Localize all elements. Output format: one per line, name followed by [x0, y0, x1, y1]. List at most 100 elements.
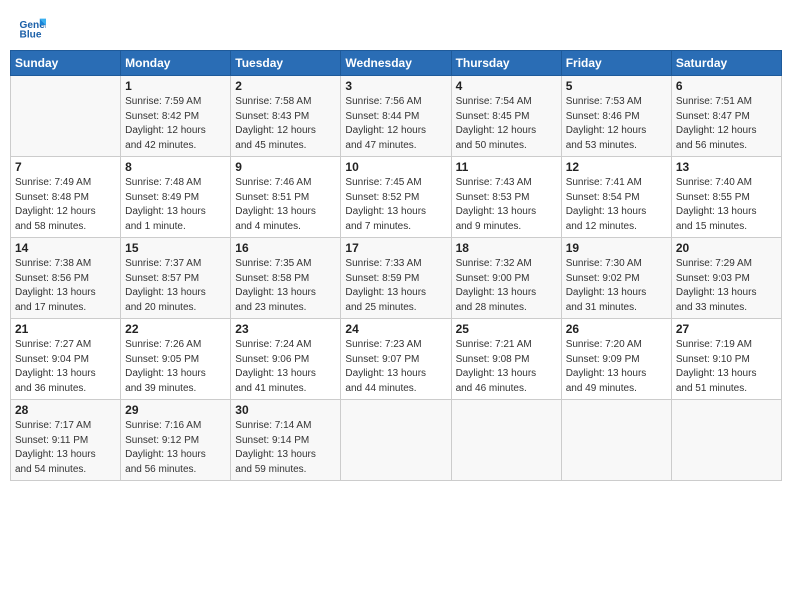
calendar-cell: 27 Sunrise: 7:19 AMSunset: 9:10 PMDayligh… — [671, 319, 781, 400]
calendar-cell: 5Sunrise: 7:53 AMSunset: 8:46 PMDaylight… — [561, 76, 671, 157]
day-number: 10 — [345, 160, 446, 174]
calendar-cell: 17 Sunrise: 7:33 AMSunset: 8:59 PMDayligh… — [341, 238, 451, 319]
logo-icon: General Blue — [18, 14, 46, 42]
calendar-week-5: 28Sunrise: 7:17 AMSunset: 9:11 PMDayligh… — [11, 400, 782, 481]
day-number: 24 — [345, 322, 446, 336]
day-number: 12 — [566, 160, 667, 174]
day-info: Sunrise: 7:20 AMSunset: 9:09 PMDaylight:… — [566, 338, 667, 396]
day-info: Sunrise: 7:43 AMSunset: 8:53 PMDaylight:… — [456, 176, 557, 234]
day-number: 6 — [676, 79, 777, 93]
weekday-header-thursday: Thursday — [451, 51, 561, 76]
day-info: Sunrise: 7:24 AMSunset: 9:06 PMDaylight:… — [235, 338, 336, 396]
day-number: 21 — [15, 322, 116, 336]
day-info: Sunrise: 7:29 AMSunset: 9:03 PMDaylight:… — [676, 257, 777, 315]
day-info: Sunrise: 7:32 AMSunset: 9:00 PMDaylight:… — [456, 257, 557, 315]
logo: General Blue — [18, 14, 50, 42]
day-number: 29 — [125, 403, 226, 417]
day-number: 13 — [676, 160, 777, 174]
calendar-cell: 23Sunrise: 7:24 AMSunset: 9:06 PMDayligh… — [231, 319, 341, 400]
calendar-cell: 1 Sunrise: 7:59 AMSunset: 8:42 PMDaylight… — [121, 76, 231, 157]
day-number: 25 — [456, 322, 557, 336]
day-number: 11 — [456, 160, 557, 174]
day-number: 2 — [235, 79, 336, 93]
calendar-cell: 12 Sunrise: 7:41 AMSunset: 8:54 PMDayligh… — [561, 157, 671, 238]
calendar-cell: 29 Sunrise: 7:16 AMSunset: 9:12 PMDayligh… — [121, 400, 231, 481]
day-number: 18 — [456, 241, 557, 255]
day-number: 16 — [235, 241, 336, 255]
day-number: 26 — [566, 322, 667, 336]
day-info: Sunrise: 7:33 AMSunset: 8:59 PMDaylight:… — [345, 257, 446, 315]
calendar-cell: 18 Sunrise: 7:32 AMSunset: 9:00 PMDayligh… — [451, 238, 561, 319]
calendar-week-3: 14 Sunrise: 7:38 AMSunset: 8:56 PMDayligh… — [11, 238, 782, 319]
day-info: Sunrise: 7:17 AMSunset: 9:11 PMDaylight:… — [15, 419, 116, 477]
day-info: Sunrise: 7:23 AMSunset: 9:07 PMDaylight:… — [345, 338, 446, 396]
day-number: 20 — [676, 241, 777, 255]
calendar-cell: 22 Sunrise: 7:26 AMSunset: 9:05 PMDayligh… — [121, 319, 231, 400]
calendar-cell: 14 Sunrise: 7:38 AMSunset: 8:56 PMDayligh… — [11, 238, 121, 319]
day-info: Sunrise: 7:46 AMSunset: 8:51 PMDaylight:… — [235, 176, 336, 234]
day-info: Sunrise: 7:58 AMSunset: 8:43 PMDaylight:… — [235, 95, 336, 153]
calendar-cell — [561, 400, 671, 481]
day-number: 7 — [15, 160, 116, 174]
calendar-cell: 28Sunrise: 7:17 AMSunset: 9:11 PMDayligh… — [11, 400, 121, 481]
day-number: 8 — [125, 160, 226, 174]
day-number: 27 — [676, 322, 777, 336]
calendar-cell: 20 Sunrise: 7:29 AMSunset: 9:03 PMDayligh… — [671, 238, 781, 319]
calendar-cell: 21 Sunrise: 7:27 AMSunset: 9:04 PMDayligh… — [11, 319, 121, 400]
calendar-body: 1 Sunrise: 7:59 AMSunset: 8:42 PMDaylight… — [11, 76, 782, 481]
day-number: 19 — [566, 241, 667, 255]
day-number: 9 — [235, 160, 336, 174]
calendar-table: SundayMondayTuesdayWednesdayThursdayFrid… — [10, 50, 782, 481]
day-info: Sunrise: 7:35 AMSunset: 8:58 PMDaylight:… — [235, 257, 336, 315]
day-info: Sunrise: 7:40 AMSunset: 8:55 PMDaylight:… — [676, 176, 777, 234]
calendar-cell: 6 Sunrise: 7:51 AMSunset: 8:47 PMDaylight… — [671, 76, 781, 157]
weekday-header-tuesday: Tuesday — [231, 51, 341, 76]
calendar-cell: 9 Sunrise: 7:46 AMSunset: 8:51 PMDaylight… — [231, 157, 341, 238]
svg-text:Blue: Blue — [20, 29, 42, 40]
weekday-header-wednesday: Wednesday — [341, 51, 451, 76]
day-info: Sunrise: 7:53 AMSunset: 8:46 PMDaylight:… — [566, 95, 667, 153]
day-info: Sunrise: 7:27 AMSunset: 9:04 PMDaylight:… — [15, 338, 116, 396]
calendar-cell — [451, 400, 561, 481]
day-number: 3 — [345, 79, 446, 93]
calendar-cell: 8 Sunrise: 7:48 AMSunset: 8:49 PMDaylight… — [121, 157, 231, 238]
day-info: Sunrise: 7:41 AMSunset: 8:54 PMDaylight:… — [566, 176, 667, 234]
day-info: Sunrise: 7:14 AMSunset: 9:14 PMDaylight:… — [235, 419, 336, 477]
calendar-cell: 25Sunrise: 7:21 AMSunset: 9:08 PMDayligh… — [451, 319, 561, 400]
page-header: General Blue — [10, 10, 782, 46]
day-info: Sunrise: 7:38 AMSunset: 8:56 PMDaylight:… — [15, 257, 116, 315]
calendar-cell — [11, 76, 121, 157]
calendar-cell: 2 Sunrise: 7:58 AMSunset: 8:43 PMDaylight… — [231, 76, 341, 157]
day-number: 30 — [235, 403, 336, 417]
calendar-cell: 24 Sunrise: 7:23 AMSunset: 9:07 PMDayligh… — [341, 319, 451, 400]
calendar-cell — [671, 400, 781, 481]
calendar-cell: 7 Sunrise: 7:49 AMSunset: 8:48 PMDaylight… — [11, 157, 121, 238]
calendar-week-2: 7 Sunrise: 7:49 AMSunset: 8:48 PMDaylight… — [11, 157, 782, 238]
calendar-header: SundayMondayTuesdayWednesdayThursdayFrid… — [11, 51, 782, 76]
calendar-cell: 10Sunrise: 7:45 AMSunset: 8:52 PMDayligh… — [341, 157, 451, 238]
calendar-cell — [341, 400, 451, 481]
day-number: 15 — [125, 241, 226, 255]
calendar-cell: 4Sunrise: 7:54 AMSunset: 8:45 PMDaylight… — [451, 76, 561, 157]
calendar-cell: 3Sunrise: 7:56 AMSunset: 8:44 PMDaylight… — [341, 76, 451, 157]
weekday-header-sunday: Sunday — [11, 51, 121, 76]
day-info: Sunrise: 7:26 AMSunset: 9:05 PMDaylight:… — [125, 338, 226, 396]
day-info: Sunrise: 7:59 AMSunset: 8:42 PMDaylight:… — [125, 95, 226, 153]
day-number: 22 — [125, 322, 226, 336]
day-info: Sunrise: 7:48 AMSunset: 8:49 PMDaylight:… — [125, 176, 226, 234]
calendar-week-1: 1 Sunrise: 7:59 AMSunset: 8:42 PMDaylight… — [11, 76, 782, 157]
day-info: Sunrise: 7:16 AMSunset: 9:12 PMDaylight:… — [125, 419, 226, 477]
day-info: Sunrise: 7:19 AMSunset: 9:10 PMDaylight:… — [676, 338, 777, 396]
day-info: Sunrise: 7:30 AMSunset: 9:02 PMDaylight:… — [566, 257, 667, 315]
day-info: Sunrise: 7:51 AMSunset: 8:47 PMDaylight:… — [676, 95, 777, 153]
day-info: Sunrise: 7:49 AMSunset: 8:48 PMDaylight:… — [15, 176, 116, 234]
calendar-cell: 30 Sunrise: 7:14 AMSunset: 9:14 PMDayligh… — [231, 400, 341, 481]
calendar-cell: 11 Sunrise: 7:43 AMSunset: 8:53 PMDayligh… — [451, 157, 561, 238]
day-number: 17 — [345, 241, 446, 255]
day-number: 1 — [125, 79, 226, 93]
calendar-cell: 19 Sunrise: 7:30 AMSunset: 9:02 PMDayligh… — [561, 238, 671, 319]
day-info: Sunrise: 7:54 AMSunset: 8:45 PMDaylight:… — [456, 95, 557, 153]
calendar-cell: 16 Sunrise: 7:35 AMSunset: 8:58 PMDayligh… — [231, 238, 341, 319]
calendar-cell: 15Sunrise: 7:37 AMSunset: 8:57 PMDayligh… — [121, 238, 231, 319]
day-number: 14 — [15, 241, 116, 255]
